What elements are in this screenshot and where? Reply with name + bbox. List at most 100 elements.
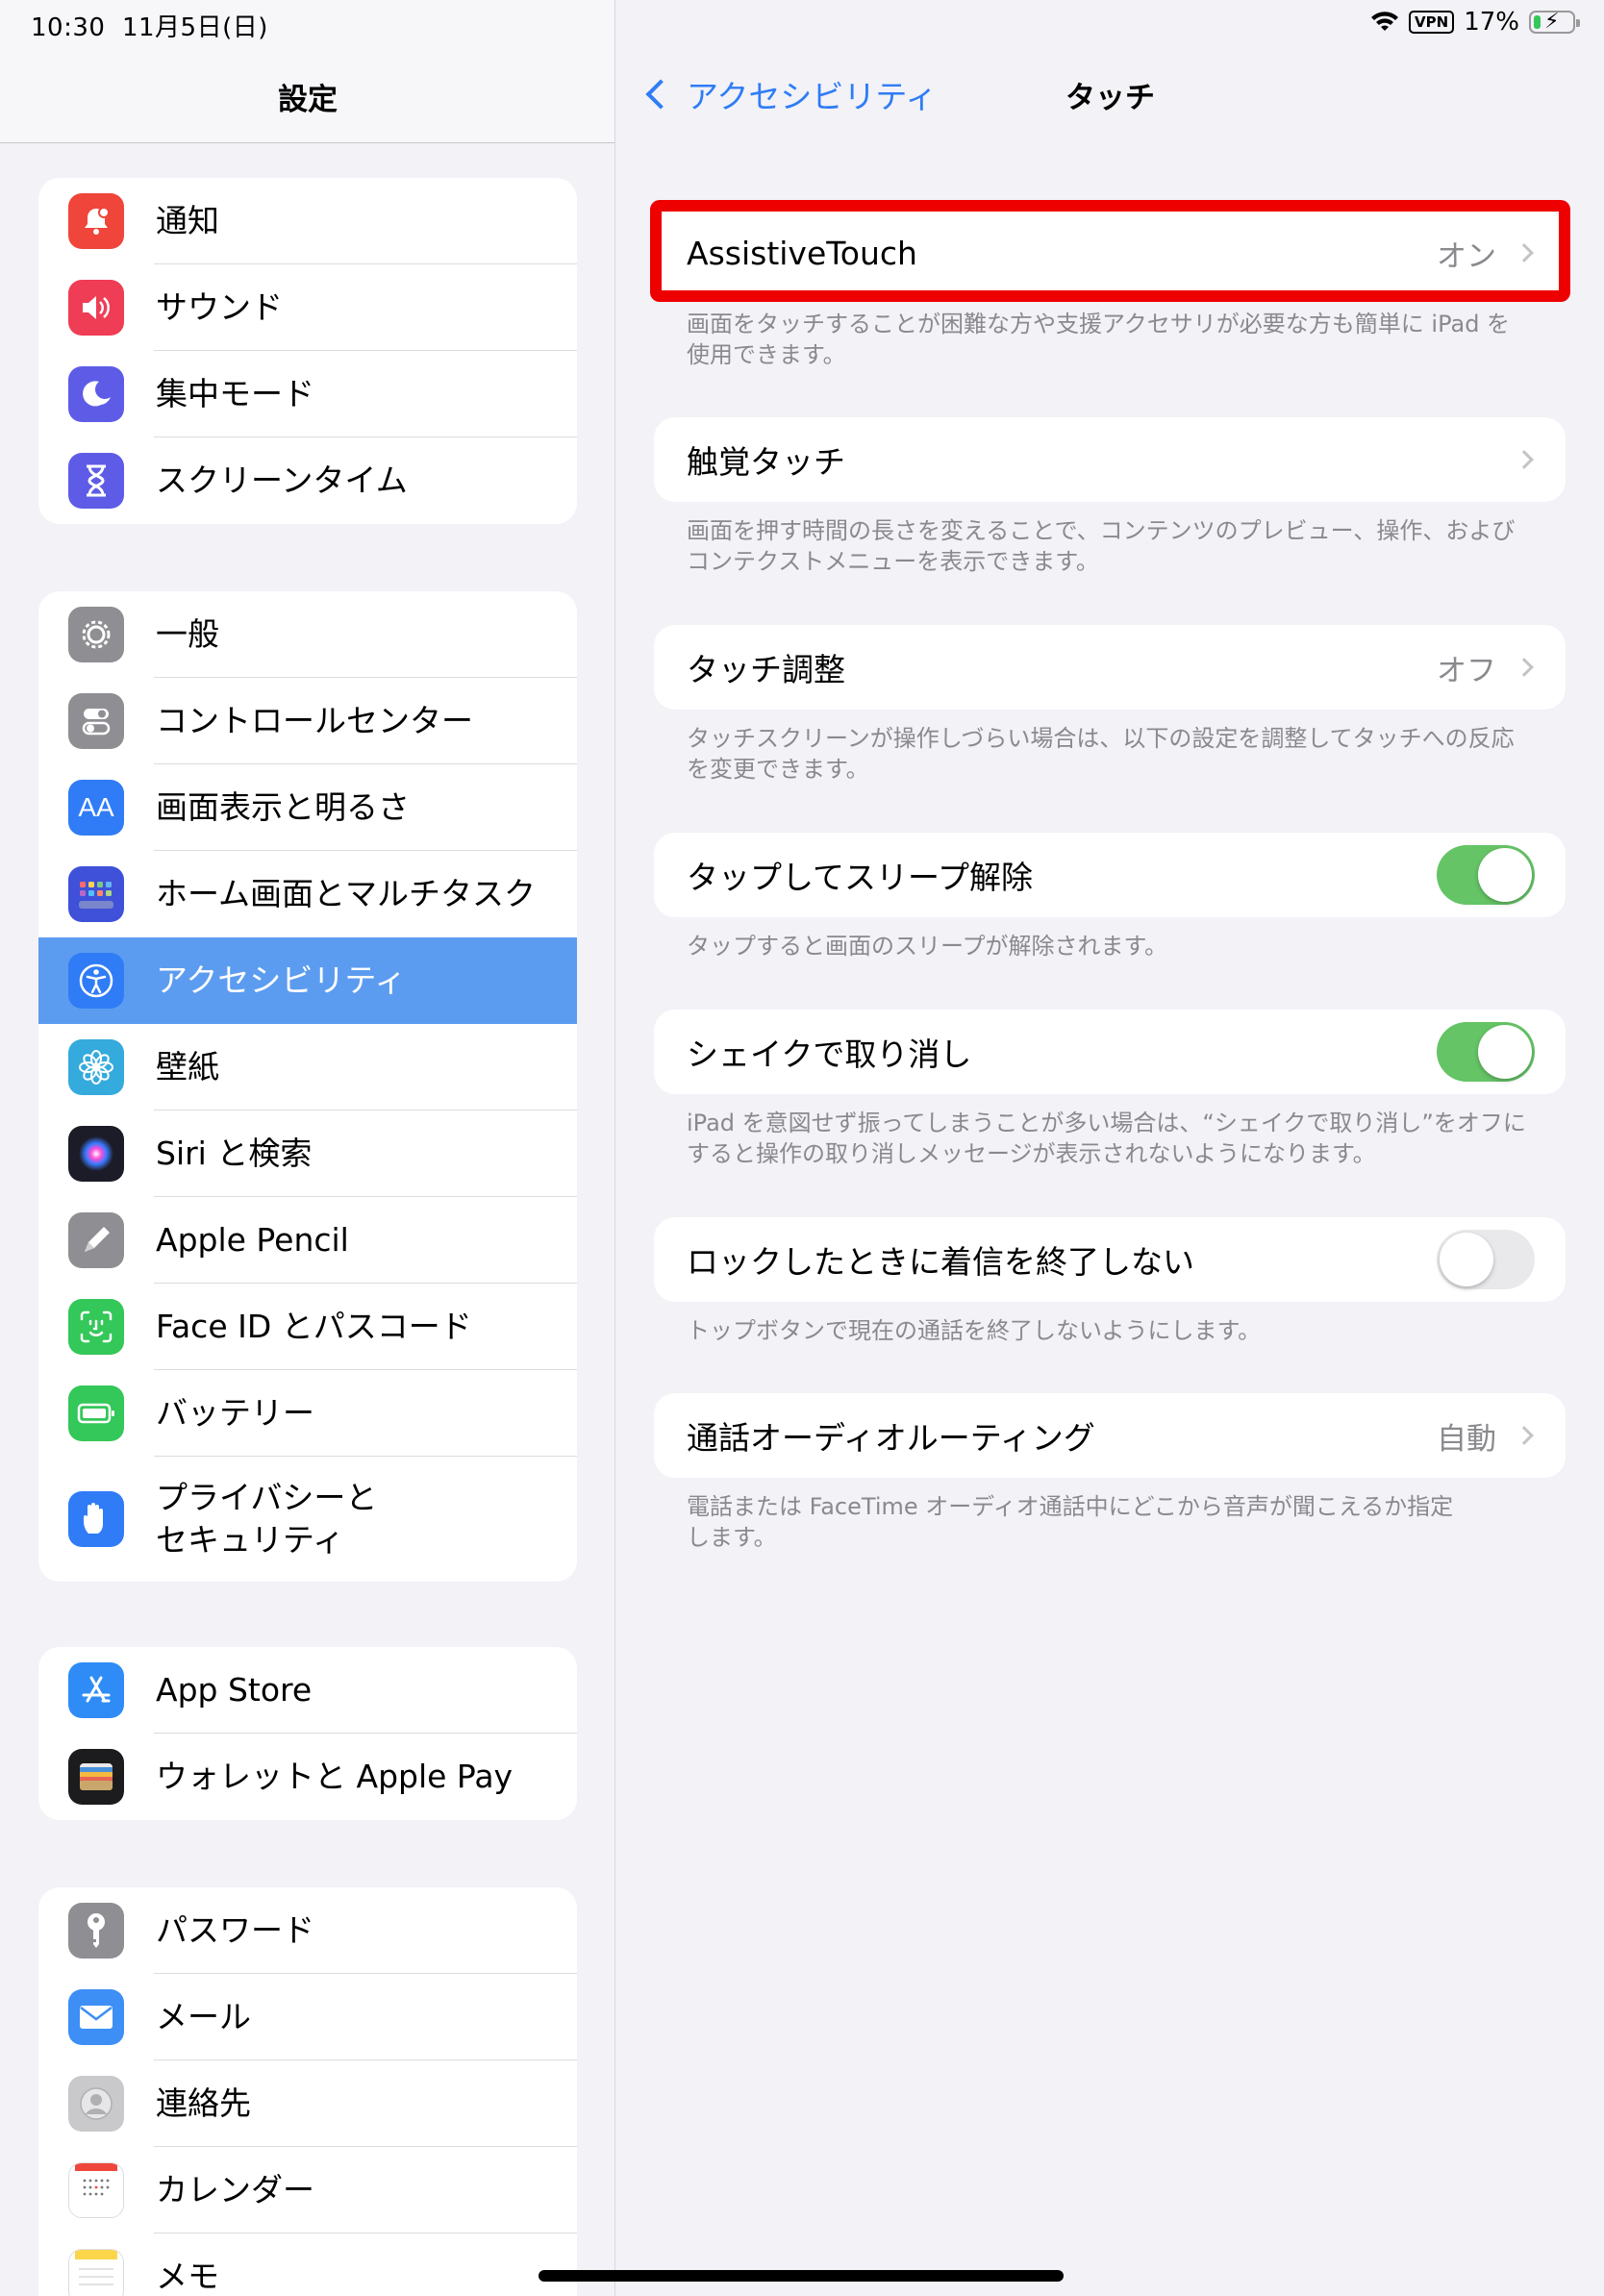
setting-footnote: タップすると画面のスリープが解除されます。 xyxy=(687,933,1168,960)
setting-label: 触覚タッチ xyxy=(687,443,845,481)
toggle-switch[interactable] xyxy=(1437,1230,1535,1289)
back-button[interactable]: アクセシビリティ xyxy=(642,71,937,117)
setting-footnote: 画面をタッチすることが困難な方や支援アクセサリが必要な方も簡単に iPad を … xyxy=(687,311,1511,368)
setting-row-5[interactable]: シェイクで取り消し xyxy=(654,1010,1566,1094)
sidebar-item-hand[interactable]: プライバシーと セキュリティ xyxy=(38,1457,577,1582)
setting-footnote: トップボタンで現在の通話を終了しないようにします。 xyxy=(687,1317,1262,1344)
sidebar-item-label: Siri と検索 xyxy=(156,1135,313,1172)
toggle-knob xyxy=(1478,1025,1532,1079)
chevron-right-icon xyxy=(1515,658,1534,677)
sidebar-item-label: スクリーンタイム xyxy=(156,462,408,499)
sidebar-item-label: 画面表示と明るさ xyxy=(156,788,410,826)
setting-label: シェイクで取り消し xyxy=(687,1036,972,1073)
sidebar-item-label: メール xyxy=(156,1998,251,2035)
sidebar-item-app-store[interactable]: App Store xyxy=(38,1647,577,1734)
status-date: 11月5日(日) xyxy=(121,13,268,42)
sidebar-item-label: Apple Pencil xyxy=(156,1221,349,1259)
sidebar-item-accessibility[interactable]: アクセシビリティ xyxy=(38,937,577,1024)
sidebar-item-calendar[interactable]: カレンダー xyxy=(38,2147,577,2234)
sidebar-item-hourglass[interactable]: スクリーンタイム xyxy=(38,437,577,524)
sidebar-title: 設定 xyxy=(278,83,338,117)
sidebar-item-text-size[interactable]: AA 画面表示と明るさ xyxy=(38,764,577,851)
chevron-left-icon xyxy=(645,79,676,110)
home-grid-icon xyxy=(68,866,124,922)
sidebar-item-gear[interactable]: 一般 xyxy=(38,591,577,678)
sidebar-item-label: カレンダー xyxy=(156,2171,314,2209)
setting-row-2[interactable]: 触覚タッチ xyxy=(654,417,1566,502)
wifi-icon xyxy=(1371,12,1399,31)
gear-icon xyxy=(68,607,124,662)
setting-row-6[interactable]: ロックしたときに着信を終了しない xyxy=(654,1217,1566,1302)
battery-percent: 17% xyxy=(1464,8,1519,37)
moon-icon xyxy=(68,366,124,422)
sidebar-item-label: コントロールセンター xyxy=(156,702,473,739)
sidebar-item-key[interactable]: パスワード xyxy=(38,1887,577,1974)
status-bar: 10:30 11月5日(日) VPN 17% ⚡ xyxy=(0,0,1604,46)
sidebar-item-label: アクセシビリティ xyxy=(156,961,407,999)
sidebar-item-battery[interactable]: バッテリー xyxy=(38,1370,577,1457)
sidebar-item-label: 一般 xyxy=(156,615,219,653)
mail-icon xyxy=(68,1989,124,2045)
sidebar-group-1: 通知サウンド集中モードスクリーンタイム xyxy=(38,178,577,524)
sidebar-item-home-grid[interactable]: ホーム画面とマルチタスク xyxy=(38,851,577,937)
battery-icon xyxy=(68,1385,124,1441)
bell-icon xyxy=(68,193,124,249)
sidebar-group-3: App Store ウォレットと Apple Pay xyxy=(38,1647,577,1820)
back-label: アクセシビリティ xyxy=(687,78,938,115)
sidebar-item-contacts[interactable]: 連絡先 xyxy=(38,2060,577,2147)
setting-label: 通話オーディオルーティング xyxy=(687,1419,1095,1457)
hand-icon xyxy=(68,1491,124,1547)
sidebar-item-moon[interactable]: 集中モード xyxy=(38,351,577,437)
setting-footnote: 画面を押す時間の長さを変えることで、コンテンツのプレビュー、操作、および コンテ… xyxy=(687,517,1516,575)
sidebar-item-label: 壁紙 xyxy=(156,1048,219,1086)
setting-row-4[interactable]: タップしてスリープ解除 xyxy=(654,833,1566,917)
calendar-icon xyxy=(68,2162,124,2218)
vpn-badge: VPN xyxy=(1409,11,1455,34)
status-time: 10:30 11月5日(日) xyxy=(31,13,268,42)
toggle-switch[interactable] xyxy=(1437,1022,1535,1082)
sidebar-item-label: プライバシーと セキュリティ xyxy=(156,1479,378,1559)
wallet-icon xyxy=(68,1749,124,1805)
setting-value: オフ xyxy=(1437,653,1496,688)
sidebar-item-wallet[interactable]: ウォレットと Apple Pay xyxy=(38,1734,577,1820)
sidebar-item-notes[interactable]: メモ xyxy=(38,2234,577,2296)
setting-footnote: タッチスクリーンが操作しづらい場合は、以下の設定を調整してタッチへの反応 を変更… xyxy=(687,725,1515,783)
toggle-knob xyxy=(1440,1233,1493,1286)
setting-value: 自動 xyxy=(1437,1421,1496,1457)
sidebar-item-pencil[interactable]: Apple Pencil xyxy=(38,1197,577,1284)
sidebar-item-label: バッテリー xyxy=(156,1394,314,1432)
face-id-icon xyxy=(68,1299,124,1355)
sidebar-item-label: パスワード xyxy=(156,1911,314,1949)
switches-icon xyxy=(68,693,124,749)
sidebar-item-siri[interactable]: Siri と検索 xyxy=(38,1111,577,1197)
sidebar-item-label: App Store xyxy=(156,1671,313,1709)
setting-footnote: iPad を意図せず振ってしまうことが多い場合は、“シェイクで取り消し”をオフに… xyxy=(687,1110,1526,1167)
setting-row-3[interactable]: タッチ調整 オフ xyxy=(654,625,1566,710)
accessibility-icon xyxy=(68,953,124,1009)
pencil-icon xyxy=(68,1212,124,1268)
sidebar-item-face-id[interactable]: Face ID とパスコード xyxy=(38,1284,577,1370)
home-indicator[interactable] xyxy=(539,2270,1064,2282)
sidebar-item-label: Face ID とパスコード xyxy=(156,1308,472,1345)
sidebar-item-mail[interactable]: メール xyxy=(38,1974,577,2060)
setting-row-7[interactable]: 通話オーディオルーティング 自動 xyxy=(654,1393,1566,1478)
text-size-icon: AA xyxy=(68,780,124,836)
sidebar: 設定 通知サウンド集中モードスクリーンタイム 一般コントロールセンター AA 画面表示… xyxy=(0,0,615,2296)
siri-icon xyxy=(68,1126,124,1182)
sidebar-item-label: 集中モード xyxy=(156,375,314,412)
hourglass-icon xyxy=(68,453,124,509)
setting-label: ロックしたときに着信を終了しない xyxy=(687,1243,1194,1281)
sidebar-item-bell[interactable]: 通知 xyxy=(38,178,577,264)
sidebar-item-label: ウォレットと Apple Pay xyxy=(156,1758,514,1795)
toggle-switch[interactable] xyxy=(1437,845,1535,905)
notes-icon xyxy=(68,2249,124,2296)
sidebar-group-4: パスワードメール連絡先カレンダーメモ xyxy=(38,1887,577,2296)
sidebar-item-label: サウンド xyxy=(156,288,283,326)
speaker-icon xyxy=(68,280,124,336)
sidebar-item-speaker[interactable]: サウンド xyxy=(38,264,577,351)
setting-label: タッチ調整 xyxy=(687,651,845,688)
sidebar-item-flower[interactable]: 壁紙 xyxy=(38,1024,577,1111)
sidebar-item-switches[interactable]: コントロールセンター xyxy=(38,678,577,764)
page-title: タッチ xyxy=(1065,81,1155,115)
key-icon xyxy=(68,1903,124,1959)
